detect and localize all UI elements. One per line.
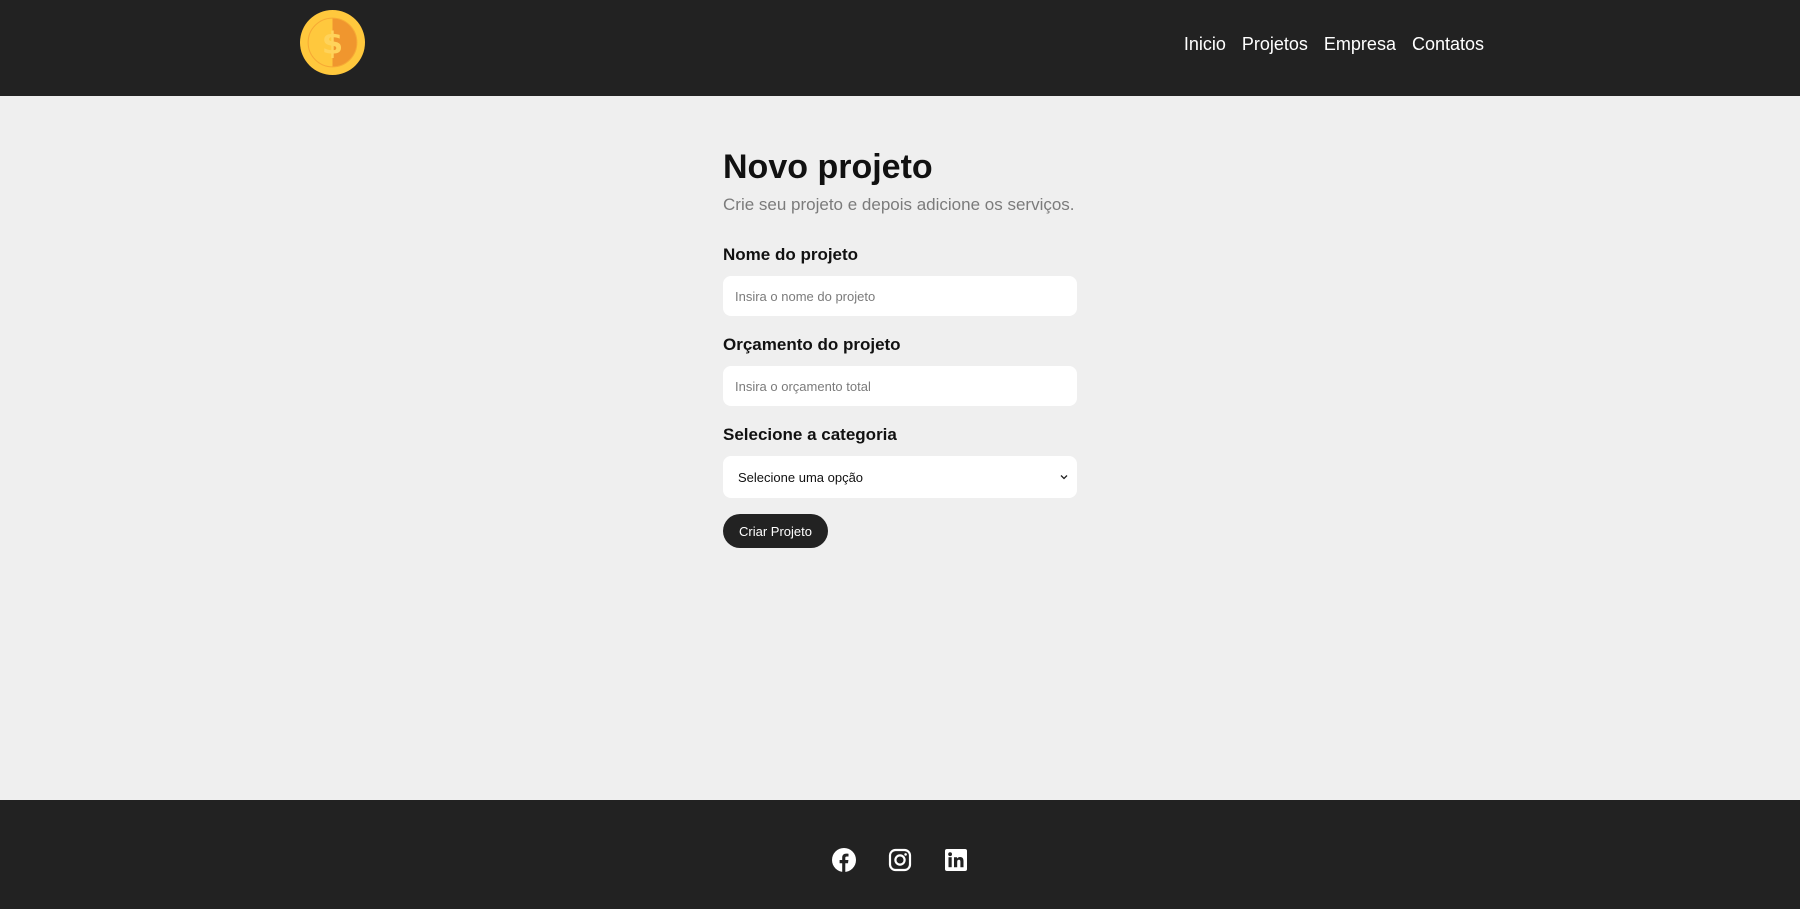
facebook-link[interactable]: [832, 848, 856, 872]
new-project-form: Nome do projeto Orçamento do projeto Sel…: [723, 244, 1077, 548]
linkedin-icon: [945, 849, 967, 871]
chevron-down-icon: [1060, 475, 1068, 480]
social-links: [832, 848, 968, 872]
project-budget-input[interactable]: [723, 366, 1077, 406]
navbar: $ Inicio Projetos Empresa Contatos: [0, 0, 1800, 96]
nav-links: Inicio Projetos Empresa Contatos: [1184, 34, 1484, 55]
nav-link-contatos[interactable]: Contatos: [1412, 34, 1484, 54]
nav-link-inicio[interactable]: Inicio: [1184, 34, 1226, 54]
nav-item-empresa: Empresa: [1324, 34, 1396, 55]
page-subtitle: Crie seu projeto e depois adicione os se…: [723, 195, 1075, 214]
facebook-icon: [832, 848, 856, 872]
coin-dollar-icon: $: [300, 10, 365, 75]
new-project-section: Novo projeto Crie seu projeto e depois a…: [723, 146, 1077, 548]
nav-item-inicio: Inicio: [1184, 34, 1226, 55]
logo-link[interactable]: $: [300, 10, 365, 75]
project-name-input[interactable]: [723, 276, 1077, 316]
instagram-icon: [888, 848, 912, 872]
instagram-link[interactable]: [888, 848, 912, 872]
category-select[interactable]: Selecione uma opção: [723, 456, 1077, 498]
category-selected-value: Selecione uma opção: [738, 469, 864, 485]
nav-link-empresa[interactable]: Empresa: [1324, 34, 1396, 54]
project-name-label: Nome do projeto: [723, 245, 859, 264]
project-budget-label: Orçamento do projeto: [723, 335, 901, 354]
svg-text:$: $: [322, 27, 343, 62]
page-title: Novo projeto: [723, 148, 933, 186]
footer: [0, 800, 1800, 909]
nav-item-contatos: Contatos: [1412, 34, 1484, 55]
linkedin-link[interactable]: [944, 848, 968, 872]
create-project-button[interactable]: Criar Projeto: [723, 514, 828, 548]
nav-link-projetos[interactable]: Projetos: [1242, 34, 1308, 54]
nav-item-projetos: Projetos: [1242, 34, 1308, 55]
category-label: Selecione a categoria: [723, 425, 897, 444]
